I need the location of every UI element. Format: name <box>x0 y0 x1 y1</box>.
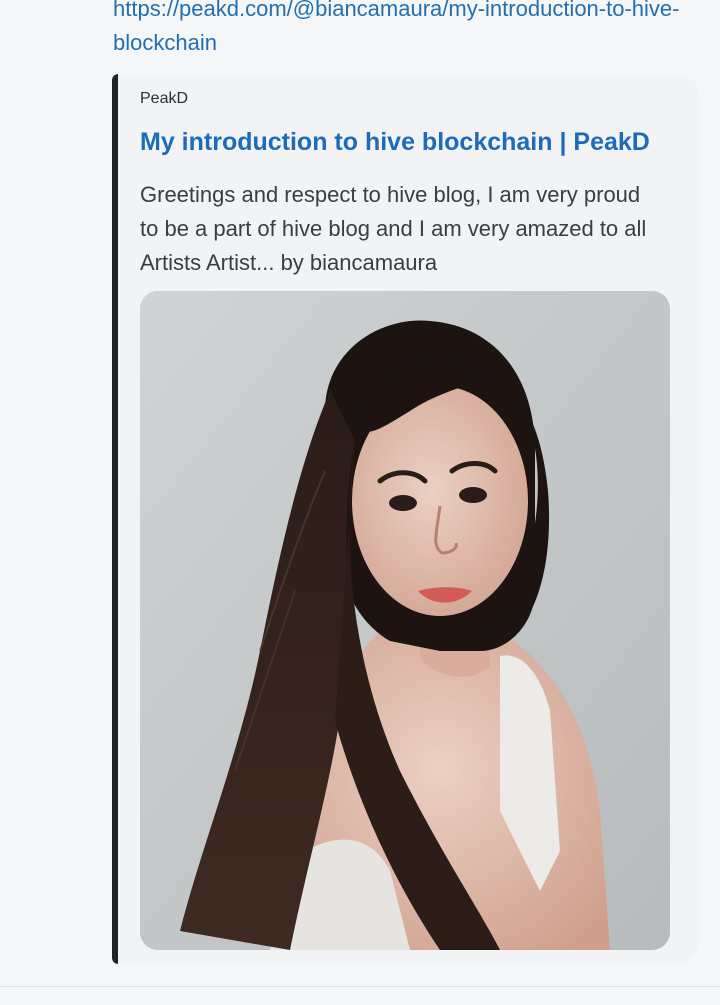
link-preview-card[interactable]: PeakD My introduction to hive blockchain… <box>112 74 699 964</box>
preview-title-link[interactable]: My introduction to hive blockchain | Pea… <box>140 128 692 157</box>
preview-image[interactable] <box>140 291 670 950</box>
message-link[interactable]: https://peakd.com/@biancamaura/my-introd… <box>113 0 683 60</box>
bottom-divider <box>0 986 720 987</box>
portrait-photo <box>140 291 670 950</box>
preview-site-name: PeakD <box>140 90 189 107</box>
preview-description: Greetings and respect to hive blog, I am… <box>140 182 647 275</box>
preview-accent-bar <box>112 74 118 964</box>
